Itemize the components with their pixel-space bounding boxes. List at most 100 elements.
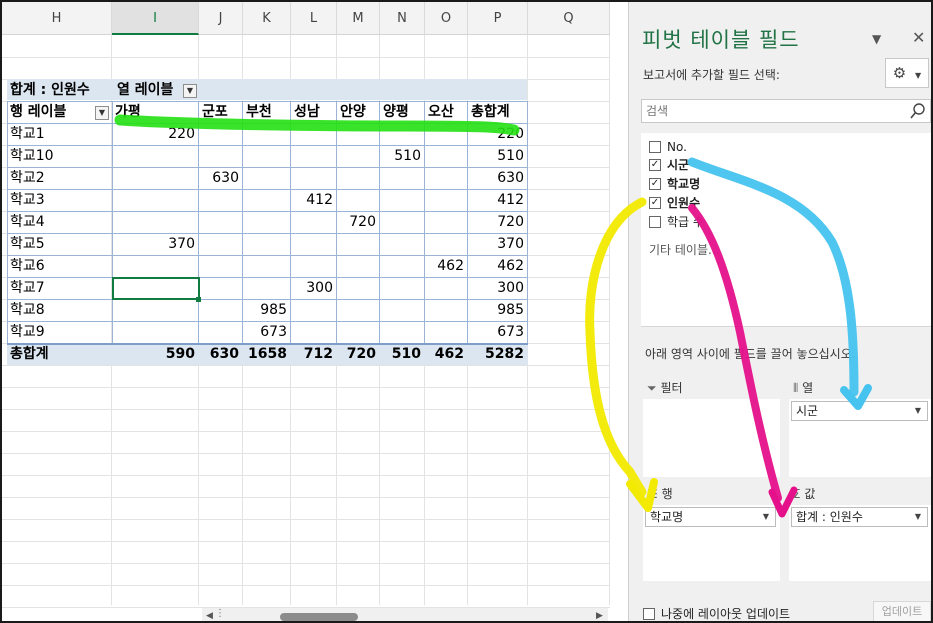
pivot-row-label[interactable]: 학교6 — [10, 255, 110, 277]
pivot-row-label-header[interactable]: 행 레이블 — [10, 101, 100, 123]
pivot-value-cell[interactable]: 300 — [291, 277, 335, 299]
scroll-left-icon[interactable]: ◀ — [206, 611, 213, 621]
pivot-value-cell[interactable]: 673 — [243, 321, 289, 343]
rows-drop-zone[interactable]: 학교명 ▼ — [643, 505, 780, 581]
field-classes[interactable]: 학급 수 — [649, 213, 704, 231]
pivot-value-cell[interactable]: 370 — [112, 233, 197, 255]
horizontal-scrollbar[interactable]: ◀ ▶ — [202, 608, 608, 621]
pivot-value-cell[interactable]: 720 — [337, 211, 378, 233]
pivot-column-header[interactable]: 성남 — [294, 101, 336, 123]
column-header-n[interactable]: N — [380, 2, 425, 35]
pivot-value-cell[interactable]: 412 — [468, 189, 526, 211]
pivot-column-header[interactable]: 안양 — [340, 101, 379, 123]
pivot-row-label[interactable]: 학교3 — [10, 189, 110, 211]
columns-area[interactable]: ⦀ 열 시군 ▼ — [789, 379, 931, 477]
column-header-l[interactable]: L — [291, 2, 337, 35]
pivot-row-label[interactable]: 학교9 — [10, 321, 110, 343]
pivot-column-header[interactable]: 부천 — [246, 101, 290, 123]
search-input[interactable] — [646, 103, 896, 119]
checkbox-sigun[interactable]: ✓ — [649, 158, 661, 171]
pivot-total-cell[interactable]: 1658 — [243, 343, 289, 365]
columns-field-pill[interactable]: 시군 ▼ — [791, 401, 928, 421]
pivot-value-cell[interactable]: 462 — [468, 255, 526, 277]
close-icon[interactable]: ✕ — [912, 28, 925, 47]
values-field-pill[interactable]: 합계 : 인원수 ▼ — [791, 507, 928, 527]
pivot-row-label[interactable]: 학교4 — [10, 211, 110, 233]
pivot-value-cell[interactable]: 673 — [468, 321, 526, 343]
worksheet[interactable]: HIJKLMNOPQ 합계 : 인원수 열 레이블 ▼ 행 레이블 가평 군포 부천 성… — [2, 2, 610, 621]
pivot-row-label[interactable]: 학교5 — [10, 233, 110, 255]
fill-handle[interactable] — [196, 297, 201, 302]
pivot-total-cell[interactable]: 510 — [380, 343, 423, 365]
checkbox-defer[interactable] — [643, 607, 655, 620]
column-header-j[interactable]: J — [199, 2, 243, 35]
search-box[interactable] — [641, 99, 931, 123]
checkbox-school[interactable]: ✓ — [649, 177, 661, 190]
column-filter-dropdown[interactable]: ▼ — [183, 84, 197, 98]
filter-area[interactable]: ⏷ 필터 — [643, 379, 780, 477]
chevron-down-icon[interactable]: ▼ — [915, 508, 921, 526]
scroll-right-icon[interactable]: ▶ — [596, 611, 603, 621]
field-sigun[interactable]: ✓ 시군 — [649, 156, 689, 174]
pivot-value-cell[interactable]: 985 — [468, 299, 526, 321]
pivot-value-cell[interactable]: 412 — [291, 189, 335, 211]
rows-area[interactable]: ☰ 행 학교명 ▼ — [643, 485, 780, 581]
column-header-q[interactable]: Q — [528, 2, 610, 35]
column-header-p[interactable]: P — [468, 2, 528, 35]
more-tables-link[interactable]: 기타 테이블... — [649, 241, 719, 258]
pivot-row-label[interactable]: 학교8 — [10, 299, 110, 321]
rows-field-pill[interactable]: 학교명 ▼ — [645, 507, 776, 527]
pivot-row-label[interactable]: 학교1 — [10, 123, 110, 145]
column-header-m[interactable]: M — [337, 2, 380, 35]
checkbox-classes[interactable] — [649, 215, 661, 228]
field-count[interactable]: ✓ 인원수 — [649, 194, 700, 212]
pivot-total-label[interactable]: 총합계 — [10, 343, 110, 365]
pivot-column-header[interactable]: 오산 — [428, 101, 467, 123]
pivot-column-header[interactable]: 총합계 — [471, 101, 527, 123]
defer-update-option[interactable]: 나중에 레이아웃 업데이트 — [643, 605, 790, 621]
chevron-down-icon[interactable]: ▼ — [915, 402, 921, 420]
selected-cell[interactable] — [112, 277, 200, 300]
values-drop-zone[interactable]: 합계 : 인원수 ▼ — [789, 505, 931, 581]
pivot-row-label[interactable]: 학교2 — [10, 167, 110, 189]
pivot-total-cell[interactable]: 630 — [199, 343, 241, 365]
chevron-down-icon[interactable]: ▼ — [763, 508, 769, 526]
field-school[interactable]: ✓ 학교명 — [649, 175, 700, 193]
pivot-value-cell[interactable]: 370 — [468, 233, 526, 255]
pivot-value-cell[interactable]: 220 — [468, 123, 526, 145]
horizontal-scroll-thumb[interactable] — [280, 613, 358, 621]
pivot-value-cell[interactable]: 220 — [112, 123, 197, 145]
tools-button[interactable]: ⚙ ▼ — [885, 58, 929, 88]
update-button[interactable]: 업데이트 — [873, 601, 931, 621]
pivot-value-cell[interactable]: 462 — [425, 255, 466, 277]
pivot-total-cell[interactable]: 462 — [425, 343, 466, 365]
filter-drop-zone[interactable] — [643, 399, 780, 477]
pivot-total-cell[interactable]: 590 — [112, 343, 197, 365]
pivot-value-cell[interactable]: 720 — [468, 211, 526, 233]
pivot-column-header[interactable]: 가평 — [115, 101, 198, 123]
column-header-o[interactable]: O — [425, 2, 468, 35]
column-header-i[interactable]: I — [112, 2, 199, 35]
pivot-total-cell[interactable]: 720 — [337, 343, 378, 365]
row-filter-dropdown[interactable]: ▼ — [95, 106, 109, 120]
pivot-value-cell[interactable]: 510 — [468, 145, 526, 167]
split-handle-icon[interactable]: ⋮ — [215, 608, 225, 619]
pivot-value-cell[interactable]: 510 — [380, 145, 423, 167]
pivot-row-label[interactable]: 학교7 — [10, 277, 110, 299]
pivot-value-cell[interactable]: 985 — [243, 299, 289, 321]
pivot-row-label[interactable]: 학교10 — [10, 145, 110, 167]
field-no[interactable]: No. — [649, 138, 687, 156]
columns-drop-zone[interactable]: 시군 ▼ — [789, 399, 931, 477]
pivot-column-header[interactable]: 양평 — [383, 101, 424, 123]
search-icon[interactable] — [910, 103, 926, 119]
column-header-k[interactable]: K — [243, 2, 291, 35]
checkbox-count[interactable]: ✓ — [649, 196, 661, 209]
pane-options-chevron-icon[interactable]: ▼ — [872, 32, 881, 46]
pivot-total-cell[interactable]: 5282 — [468, 343, 526, 365]
pivot-column-header[interactable]: 군포 — [202, 101, 242, 123]
column-header-h[interactable]: H — [2, 2, 112, 35]
pivot-value-cell[interactable]: 300 — [468, 277, 526, 299]
pivot-total-cell[interactable]: 712 — [291, 343, 335, 365]
pivot-value-cell[interactable]: 630 — [468, 167, 526, 189]
pivot-value-cell[interactable]: 630 — [199, 167, 241, 189]
